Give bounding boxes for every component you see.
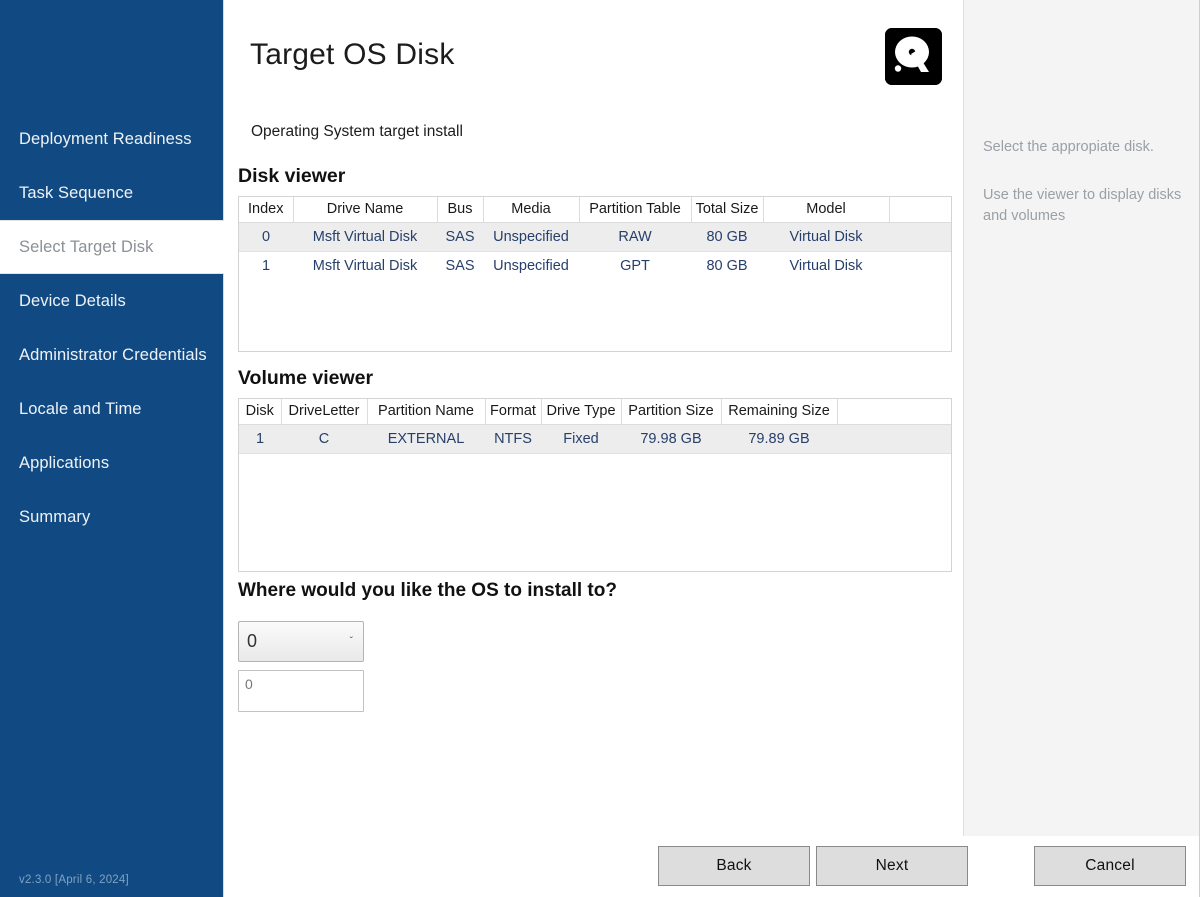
column-header-driveletter[interactable]: DriveLetter <box>281 399 368 425</box>
sidebar-item-label: Locale and Time <box>19 399 142 418</box>
cell-partition-name: EXTERNAL <box>367 423 485 454</box>
sidebar-item-label: Administrator Credentials <box>19 345 207 364</box>
table-header-row: Disk DriveLetter Partition Name Format D… <box>239 399 951 425</box>
column-header-remaining-size[interactable]: Remaining Size <box>721 399 838 425</box>
next-button[interactable]: Next <box>816 846 968 886</box>
column-header-media[interactable]: Media <box>483 197 580 223</box>
column-header-partition-size[interactable]: Partition Size <box>621 399 722 425</box>
sidebar-item-label: Applications <box>19 453 110 472</box>
back-button-label: Back <box>716 857 752 874</box>
sidebar-item-select-target-disk[interactable]: Select Target Disk <box>0 220 224 274</box>
cancel-button[interactable]: Cancel <box>1034 846 1186 886</box>
cell-disk: 1 <box>239 423 281 454</box>
disk-viewer-table: Index Drive Name Bus Media Partition Tab… <box>239 197 951 280</box>
install-target-select[interactable]: 0 ˇ <box>238 621 364 662</box>
help-text-primary: Select the appropiate disk. <box>983 139 1154 155</box>
cell-model: Virtual Disk <box>789 257 863 274</box>
sidebar-item-label: Task Sequence <box>19 183 134 202</box>
sidebar-item-task-sequence[interactable]: Task Sequence <box>0 166 224 220</box>
table-row[interactable]: 1 Msft Virtual Disk SAS Unspecified GPT … <box>239 251 951 280</box>
column-header-drive-type[interactable]: Drive Type <box>541 399 622 425</box>
sidebar-item-label: Device Details <box>19 291 126 310</box>
sidebar-item-applications[interactable]: Applications <box>0 436 224 490</box>
disk-viewer-title: Disk viewer <box>238 165 346 187</box>
sidebar: Deployment Readiness Task Sequence Selec… <box>0 0 224 897</box>
install-target-input[interactable]: 0 <box>238 670 364 712</box>
help-panel: Select the appropiate disk. Use the view… <box>963 0 1199 836</box>
next-button-label: Next <box>875 857 909 874</box>
column-header-disk[interactable]: Disk <box>239 399 282 425</box>
cell-model: Virtual Disk <box>763 221 889 252</box>
install-target-select-value: 0 <box>247 631 258 651</box>
cell-remaining-size: 79.89 GB <box>721 423 837 454</box>
cell-drive-type: Fixed <box>541 423 621 454</box>
cell-partition-table: GPT <box>620 257 650 274</box>
cell-bus: SAS <box>437 221 483 252</box>
column-header-index[interactable]: Index <box>239 197 294 223</box>
cell-media: Unspecified <box>483 221 579 252</box>
hard-disk-icon <box>885 28 942 85</box>
sidebar-item-label: Summary <box>19 507 91 526</box>
cell-driveletter: C <box>281 423 367 454</box>
install-target-question: Where would you like the OS to install t… <box>238 580 617 601</box>
volume-viewer-title: Volume viewer <box>238 367 374 389</box>
column-header-spacer <box>889 197 951 223</box>
sidebar-item-summary[interactable]: Summary <box>0 490 224 544</box>
cell-total-size: 80 GB <box>691 221 763 252</box>
sidebar-nav: Deployment Readiness Task Sequence Selec… <box>0 112 224 544</box>
table-header-row: Index Drive Name Bus Media Partition Tab… <box>239 197 951 223</box>
column-header-drive-name[interactable]: Drive Name <box>293 197 438 223</box>
cell-spacer <box>889 251 951 280</box>
cell-media: Unspecified <box>493 257 569 274</box>
column-header-partition-table[interactable]: Partition Table <box>579 197 692 223</box>
sidebar-item-deployment-readiness[interactable]: Deployment Readiness <box>0 112 224 166</box>
back-button[interactable]: Back <box>658 846 810 886</box>
cell-index: 1 <box>261 257 271 274</box>
cell-spacer <box>889 221 951 252</box>
volume-viewer-table: Disk DriveLetter Partition Name Format D… <box>239 399 951 454</box>
cell-drive-name: Msft Virtual Disk <box>312 257 418 274</box>
sidebar-item-administrator-credentials[interactable]: Administrator Credentials <box>0 328 224 382</box>
install-target-input-value: 0 <box>245 676 253 692</box>
help-text-secondary: Use the viewer to display disks and volu… <box>983 187 1182 224</box>
cell-format: NTFS <box>485 423 541 454</box>
table-row[interactable]: 0 Msft Virtual Disk SAS Unspecified RAW … <box>239 221 951 252</box>
cell-bus: SAS <box>445 257 475 274</box>
cell-total-size: 80 GB <box>706 257 748 274</box>
cell-partition-size: 79.98 GB <box>621 423 721 454</box>
cell-partition-table: RAW <box>579 221 691 252</box>
version-label: v2.3.0 [April 6, 2024] <box>19 874 129 886</box>
sidebar-item-label: Deployment Readiness <box>19 129 192 148</box>
sidebar-item-label: Select Target Disk <box>19 237 154 256</box>
page-title: Target OS Disk <box>250 38 455 71</box>
volume-viewer-table-container[interactable]: Disk DriveLetter Partition Name Format D… <box>238 398 952 572</box>
main-content: Target OS Disk Operating System target i… <box>224 0 963 897</box>
page-subtitle: Operating System target install <box>251 123 463 140</box>
sidebar-item-locale-and-time[interactable]: Locale and Time <box>0 382 224 436</box>
sidebar-item-device-details[interactable]: Device Details <box>0 274 224 328</box>
column-header-spacer <box>837 399 951 425</box>
chevron-down-icon: ˇ <box>349 636 353 647</box>
column-header-model[interactable]: Model <box>763 197 890 223</box>
cell-index: 0 <box>239 221 293 252</box>
cell-drive-name: Msft Virtual Disk <box>293 221 437 252</box>
column-header-partition-name[interactable]: Partition Name <box>367 399 486 425</box>
wizard-window: Deployment Readiness Task Sequence Selec… <box>0 0 1200 897</box>
cell-spacer <box>837 423 951 454</box>
column-header-format[interactable]: Format <box>485 399 542 425</box>
cancel-button-label: Cancel <box>1085 857 1135 874</box>
table-row[interactable]: 1 C EXTERNAL NTFS Fixed 79.98 GB 79.89 G… <box>239 423 951 454</box>
column-header-total-size[interactable]: Total Size <box>691 197 764 223</box>
disk-viewer-table-container[interactable]: Index Drive Name Bus Media Partition Tab… <box>238 196 952 352</box>
column-header-bus[interactable]: Bus <box>437 197 484 223</box>
